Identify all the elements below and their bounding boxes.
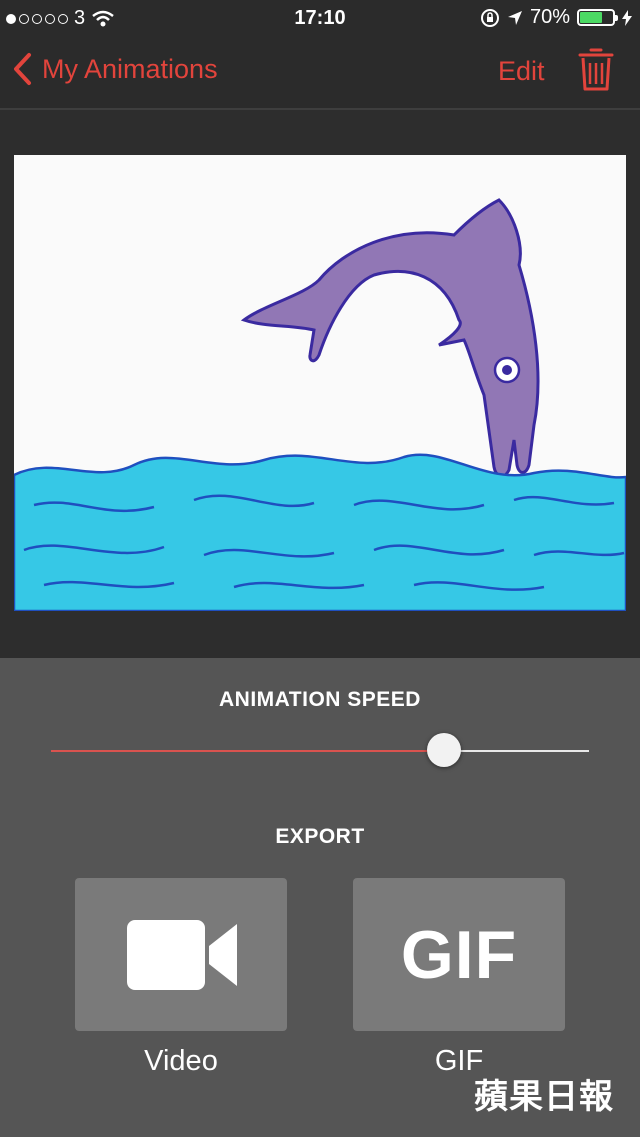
watermark-logo: 蘋果日報 <box>474 1078 614 1116</box>
dolphin-drawing <box>12 198 628 613</box>
slider-track-empty <box>443 750 589 752</box>
slider-thumb[interactable] <box>426 733 461 767</box>
export-video-button[interactable] <box>75 878 287 1031</box>
battery-percent: 70% <box>529 6 570 28</box>
export-video-label: Video <box>144 1045 218 1077</box>
location-arrow-icon <box>507 10 522 25</box>
animation-speed-title: ANIMATION SPEED <box>219 688 421 711</box>
back-button[interactable]: My Animations <box>12 52 218 86</box>
rotation-lock-icon <box>480 8 499 27</box>
edit-button[interactable]: Edit <box>498 56 545 87</box>
animation-preview-area <box>0 110 640 658</box>
slider-track-filled <box>51 750 444 752</box>
trash-icon <box>578 48 614 91</box>
gif-icon: GIF <box>400 917 518 993</box>
charging-bolt-icon <box>622 9 632 26</box>
controls-panel: ANIMATION SPEED EXPORT Video GIF GIF <box>0 658 640 1137</box>
export-gif-button[interactable]: GIF <box>353 878 565 1031</box>
status-bar: 3 17:10 70% <box>0 0 640 36</box>
status-right: 70% <box>480 6 632 29</box>
chevron-left-icon <box>14 53 31 85</box>
battery-icon <box>577 9 618 26</box>
animation-speed-slider[interactable] <box>51 733 589 767</box>
delete-button[interactable] <box>578 46 614 97</box>
export-title: EXPORT <box>275 825 365 848</box>
back-label: My Animations <box>42 53 218 84</box>
nav-bar: My Animations Edit <box>0 36 640 110</box>
video-camera-icon <box>127 920 237 990</box>
animation-frame[interactable] <box>12 155 628 613</box>
